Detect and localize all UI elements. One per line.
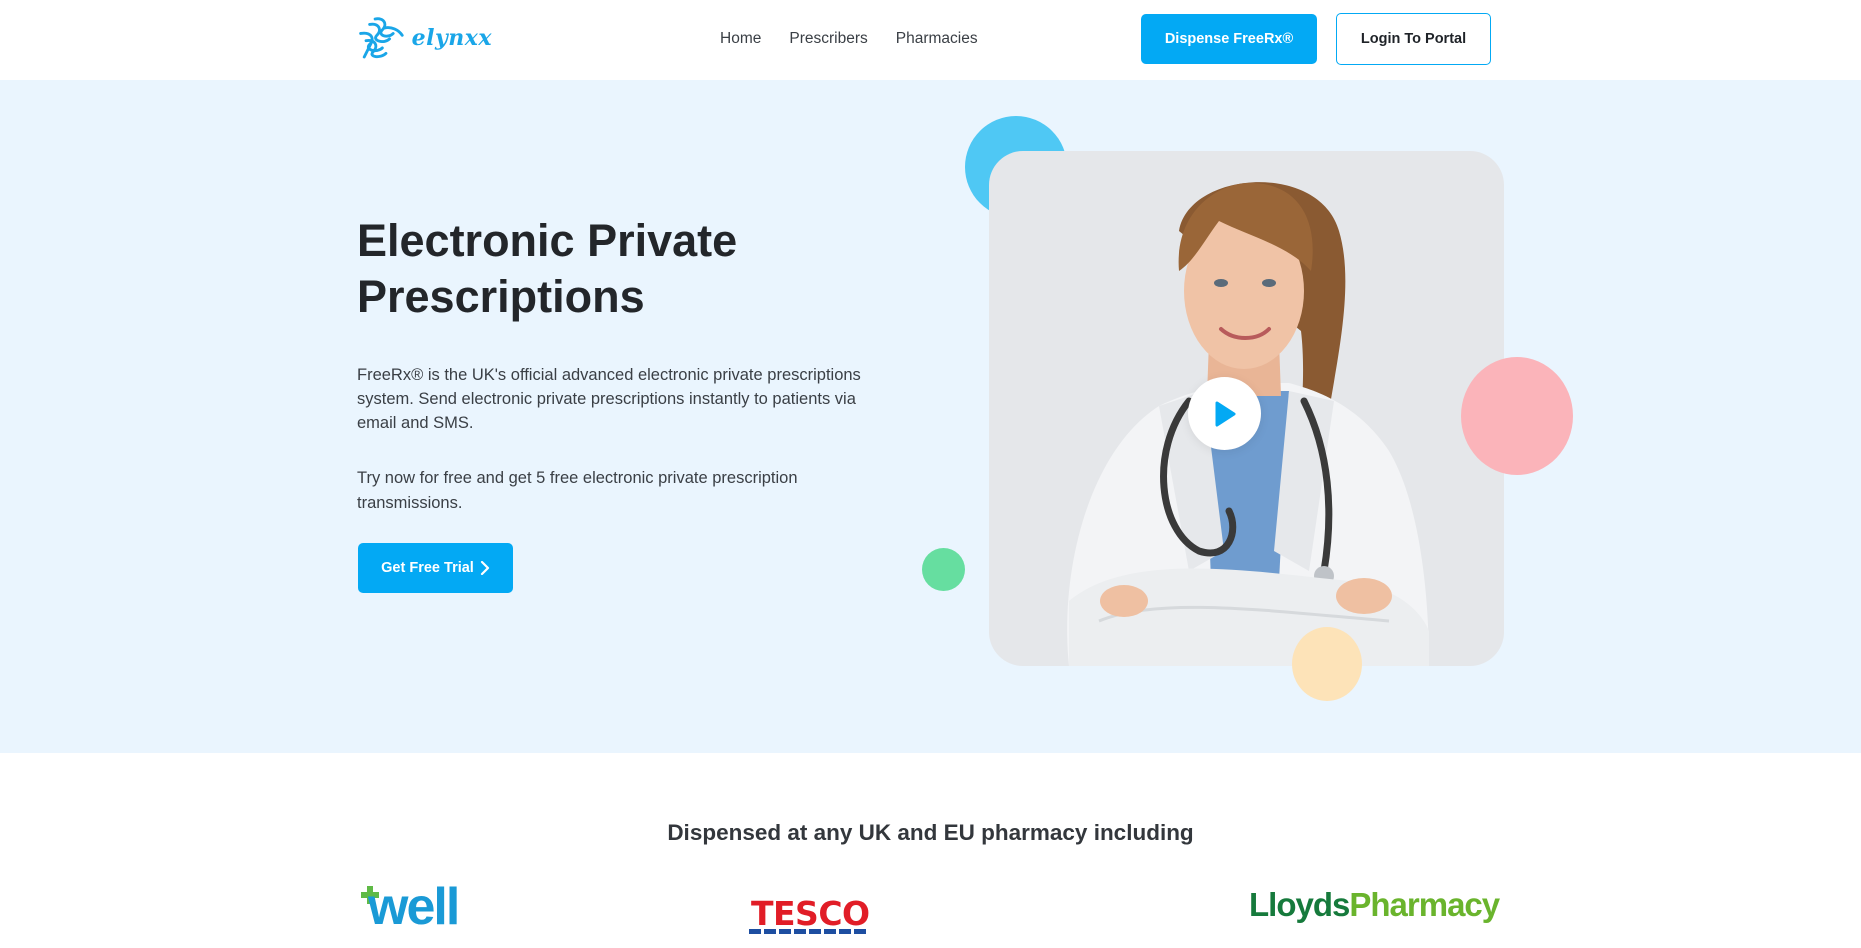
- play-video-button[interactable]: [1188, 377, 1261, 450]
- dispense-freerx-button[interactable]: Dispense FreeRx®: [1141, 14, 1317, 64]
- login-to-portal-button[interactable]: Login To Portal: [1336, 13, 1491, 65]
- nav-link-prescribers[interactable]: Prescribers: [789, 30, 867, 48]
- logo-text: elynxx: [411, 25, 492, 51]
- hero-title-line-2: Prescriptions: [357, 271, 645, 322]
- get-free-trial-label: Get Free Trial: [381, 560, 474, 576]
- chevron-right-icon: [480, 561, 489, 575]
- site-header: elynxx Home Prescribers Pharmacies Dispe…: [0, 0, 1861, 80]
- lloyds-logo-text-a: Lloyds: [1249, 886, 1350, 923]
- get-free-trial-button[interactable]: Get Free Trial: [358, 543, 513, 593]
- nav-link-home[interactable]: Home: [720, 30, 761, 48]
- hero-section: Electronic Private Prescriptions FreeRx®…: [0, 80, 1861, 753]
- lloyds-pharmacy-logo: LloydsPharmacy: [1249, 886, 1502, 926]
- play-icon: [1215, 401, 1235, 426]
- hero-description: FreeRx® is the UK's official advanced el…: [357, 366, 861, 432]
- tesco-underline-icon: [749, 929, 866, 934]
- well-pharmacy-logo: well: [360, 878, 470, 936]
- decor-circle-peach: [1292, 627, 1362, 701]
- hero-trial-text: Try now for free and get 5 free electron…: [357, 469, 798, 512]
- logo-mark-icon: [359, 17, 404, 59]
- elynxx-logo[interactable]: elynxx: [357, 12, 492, 64]
- decor-circle-pink: [1461, 357, 1573, 475]
- tesco-logo: TESCO: [749, 894, 870, 934]
- lloyds-logo-text: LloydsPharmacy: [1249, 886, 1500, 924]
- nav-link-pharmacies[interactable]: Pharmacies: [896, 30, 978, 48]
- hero-title: Electronic Private Prescriptions: [357, 213, 877, 325]
- lloyds-logo-text-b: Pharmacy: [1349, 886, 1500, 923]
- main-nav: Home Prescribers Pharmacies: [720, 30, 978, 48]
- hero-title-line-1: Electronic Private: [357, 215, 738, 266]
- partners-heading: Dispensed at any UK and EU pharmacy incl…: [667, 820, 1194, 845]
- decor-circle-green: [922, 548, 965, 591]
- well-logo-text: well: [368, 878, 460, 936]
